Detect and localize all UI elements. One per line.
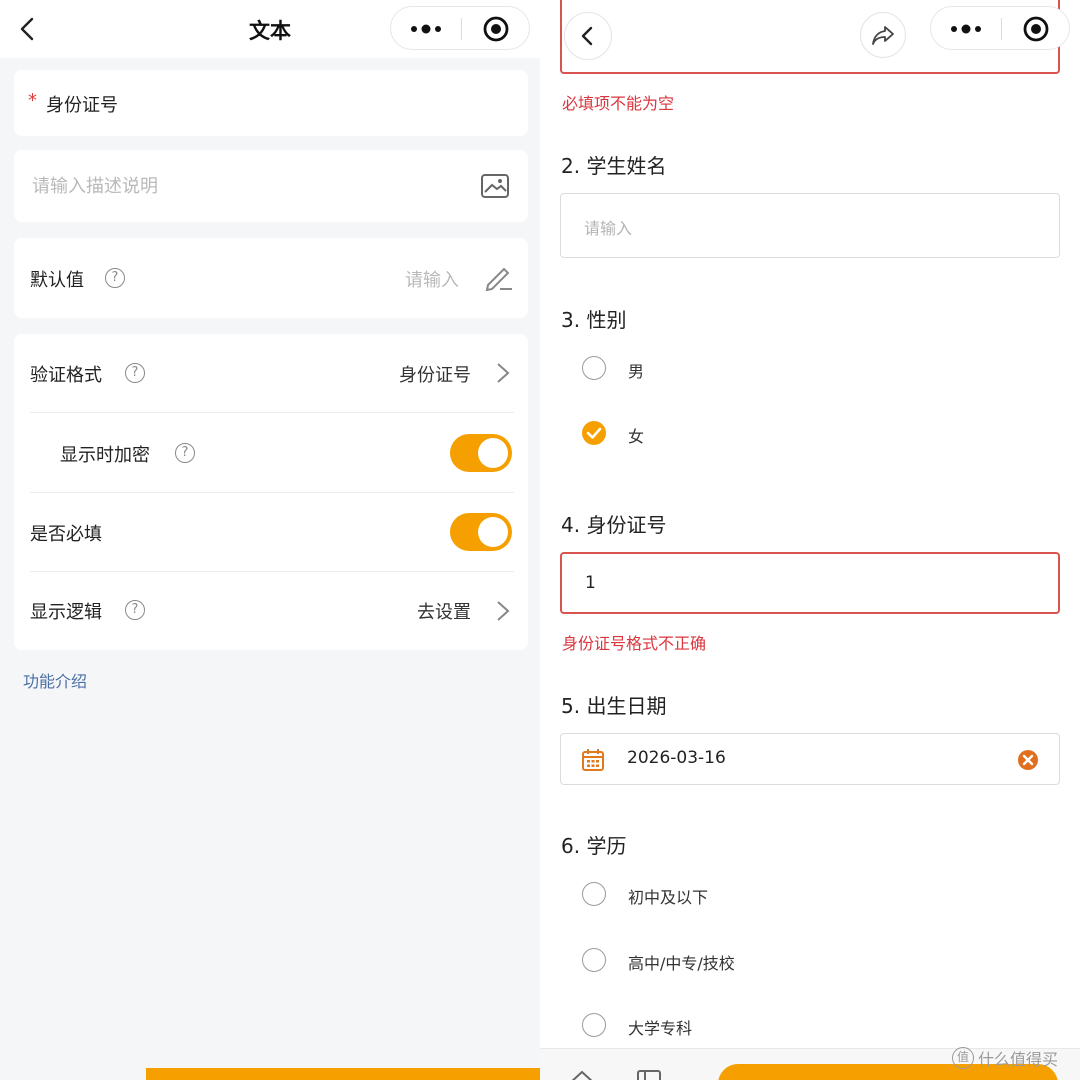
validation-format-row[interactable]: 验证格式 ? 身份证号 (14, 334, 528, 412)
watermark-logo-icon: 值 (952, 1047, 974, 1069)
settings-group-card: 验证格式 ? 身份证号 显示时加密 ? 是否必填 显示逻辑 ? 去设置 (14, 334, 528, 650)
option-label: 高中/中专/技校 (628, 954, 735, 973)
default-value-card: 默认值 ? 请输入 (14, 238, 528, 318)
radio-college[interactable] (582, 1013, 606, 1037)
back-button[interactable] (564, 12, 612, 60)
field-name-text: 身份证号 (46, 95, 118, 116)
more-button[interactable] (931, 7, 1001, 51)
question-title: 2. 学生姓名 (561, 154, 667, 178)
required-toggle[interactable] (450, 513, 512, 551)
check-icon (586, 427, 602, 439)
required-error-text: 必填项不能为空 (562, 94, 675, 113)
student-name-input[interactable]: 请输入 (560, 193, 1060, 258)
option-label: 女 (628, 427, 645, 446)
radio-high-school[interactable] (582, 948, 606, 972)
default-value-input[interactable]: 请输入 (405, 266, 459, 292)
book-icon[interactable] (636, 1069, 662, 1080)
close-mini-program-button[interactable] (461, 7, 531, 51)
encrypt-toggle[interactable] (450, 434, 512, 472)
form-field-settings-panel: 文本 * 身份证号 请输入描述说明 默认值 ? 请输入 验证格式 ? 身份证号 … (0, 0, 540, 1080)
more-icon (411, 24, 441, 34)
id-format-error-text: 身份证号格式不正确 (562, 634, 707, 653)
clear-icon[interactable] (1017, 749, 1039, 771)
input-value: 2026-03-16 (627, 748, 726, 768)
share-icon (872, 26, 894, 45)
radio-female[interactable] (582, 421, 606, 445)
back-icon (581, 26, 593, 46)
display-logic-row[interactable]: 显示逻辑 ? 去设置 (14, 572, 528, 650)
mini-program-capsule (930, 6, 1070, 50)
option-label: 男 (628, 362, 645, 381)
watermark: 值 什么值得买 (952, 1046, 1058, 1070)
watermark-text: 什么值得买 (978, 1050, 1059, 1069)
bottom-action-button[interactable] (146, 1068, 540, 1080)
birth-date-input[interactable]: 2026-03-16 (560, 733, 1060, 785)
edit-pencil-icon[interactable] (484, 263, 514, 291)
top-nav-bar: 文本 (0, 0, 540, 58)
question-title: 4. 身份证号 (561, 513, 667, 537)
help-icon[interactable]: ? (175, 443, 195, 463)
description-card[interactable]: 请输入描述说明 (14, 150, 528, 222)
required-star: * (28, 90, 37, 111)
option-label: 大学专科 (628, 1019, 693, 1038)
question-title: 3. 性别 (561, 308, 627, 332)
validation-format-value: 身份证号 (399, 365, 471, 386)
field-name-card[interactable]: * 身份证号 (14, 70, 528, 136)
input-placeholder: 请输入 (584, 219, 633, 238)
encrypt-display-label: 显示时加密 (60, 445, 150, 466)
question-title: 6. 学历 (561, 834, 627, 858)
default-value-label: 默认值 (30, 270, 84, 291)
id-number-input[interactable]: 1 (560, 552, 1060, 614)
toggle-knob (478, 517, 508, 547)
help-icon[interactable]: ? (105, 268, 125, 288)
description-input[interactable]: 请输入描述说明 (32, 172, 158, 198)
required-label: 是否必填 (30, 524, 102, 545)
option-label: 初中及以下 (628, 888, 709, 907)
mini-program-capsule (390, 6, 530, 50)
home-icon[interactable] (568, 1069, 596, 1080)
help-icon[interactable]: ? (125, 600, 145, 620)
feature-intro-link[interactable]: 功能介绍 (23, 668, 87, 692)
radio-male[interactable] (582, 356, 606, 380)
more-icon (951, 24, 981, 34)
chevron-right-icon (497, 363, 510, 383)
toggle-knob (478, 438, 508, 468)
close-mini-program-button[interactable] (1001, 7, 1071, 51)
display-logic-label: 显示逻辑 (30, 602, 102, 623)
encrypt-display-row: 显示时加密 ? (14, 413, 528, 492)
share-button[interactable] (860, 12, 906, 58)
validation-format-label: 验证格式 (30, 365, 102, 386)
more-button[interactable] (391, 7, 461, 51)
form-preview-panel: 必填项不能为空 2. 学生姓名 请输入 3. 性别 男 女 4. 身份证号 1 … (540, 0, 1080, 1080)
image-icon[interactable] (480, 173, 510, 199)
display-logic-value: 去设置 (417, 602, 471, 623)
target-icon (1023, 16, 1049, 42)
required-row: 是否必填 (14, 493, 528, 571)
help-icon[interactable]: ? (125, 363, 145, 383)
radio-junior-high[interactable] (582, 882, 606, 906)
chevron-right-icon (497, 601, 510, 621)
target-icon (483, 16, 509, 42)
calendar-icon (582, 749, 604, 771)
question-title: 5. 出生日期 (561, 694, 667, 718)
input-value: 1 (585, 573, 596, 593)
